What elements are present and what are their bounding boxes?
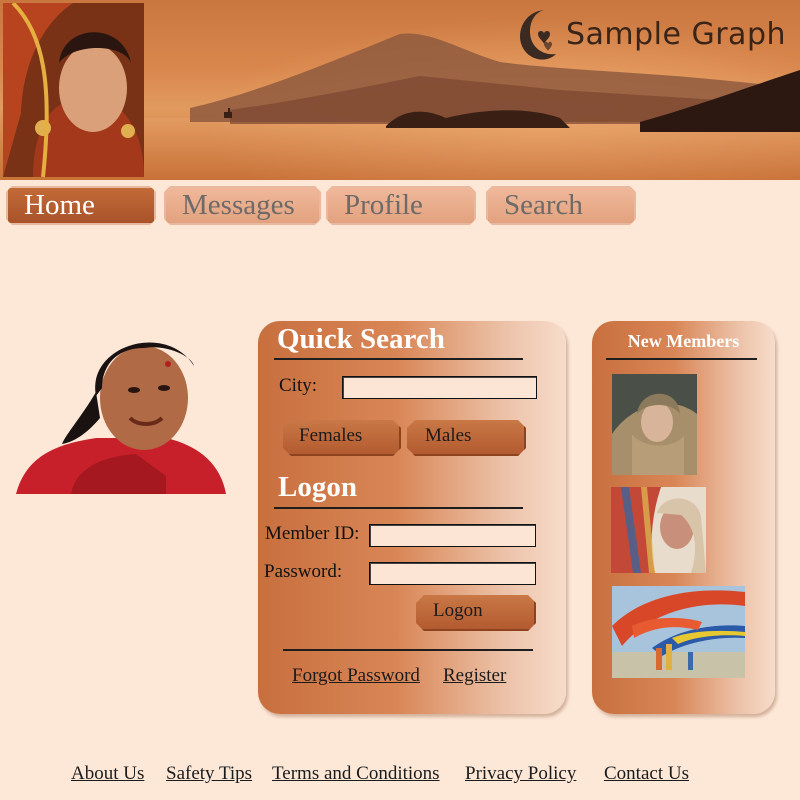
- logon-title: Logon: [278, 471, 357, 503]
- featured-member-photo: [16, 326, 226, 494]
- new-members-title: New Members: [627, 331, 740, 351]
- logo-text: Sample Graph: [565, 16, 786, 52]
- tab-search[interactable]: Search: [486, 186, 636, 225]
- links-divider: [283, 649, 533, 651]
- females-button[interactable]: Females: [283, 420, 401, 456]
- member-id-label: Member ID:: [265, 523, 360, 544]
- new-member-thumbnail[interactable]: [612, 586, 745, 678]
- password-label: Password:: [264, 561, 343, 582]
- new-members-divider: [606, 358, 757, 360]
- tab-profile[interactable]: Profile: [326, 186, 476, 225]
- register-link[interactable]: Register: [443, 665, 506, 687]
- bride-portrait-image: [3, 3, 144, 177]
- member-photo-saris: [612, 586, 745, 678]
- member-photo-scarf: [611, 487, 706, 573]
- new-members-panel: New Members: [592, 321, 775, 714]
- member-photo-shawl: [612, 374, 697, 475]
- quick-search-title: Quick Search: [277, 323, 445, 355]
- tab-messages[interactable]: Messages: [164, 186, 321, 225]
- forgot-password-link[interactable]: Forgot Password: [292, 665, 420, 687]
- logon-divider: [274, 507, 523, 509]
- header-banner: Sample Graph: [0, 0, 800, 180]
- footer-link-privacy-policy[interactable]: Privacy Policy: [465, 763, 576, 785]
- city-label: City:: [279, 375, 318, 396]
- quick-search-divider: [274, 358, 523, 360]
- new-member-thumbnail[interactable]: [611, 487, 706, 573]
- tab-home[interactable]: Home: [6, 186, 156, 225]
- quick-search-panel: Quick Search City: Females Males Logon M…: [258, 321, 566, 714]
- main-nav: Home Messages Profile Search: [0, 186, 800, 226]
- new-member-thumbnail[interactable]: [612, 374, 697, 475]
- footer-link-safety-tips[interactable]: Safety Tips: [166, 763, 252, 785]
- city-input[interactable]: [342, 376, 537, 399]
- males-button[interactable]: Males: [407, 420, 526, 456]
- member-id-input[interactable]: [369, 524, 536, 547]
- logon-button[interactable]: Logon: [416, 595, 536, 631]
- site-logo[interactable]: Sample Graph: [514, 2, 786, 66]
- footer-link-about-us[interactable]: About Us: [71, 763, 144, 785]
- password-input[interactable]: [369, 562, 536, 585]
- crescent-hearts-icon: [520, 10, 556, 60]
- bride-portrait-photo: [3, 3, 144, 177]
- footer-link-terms[interactable]: Terms and Conditions: [272, 763, 440, 785]
- footer-link-contact-us[interactable]: Contact Us: [604, 763, 689, 785]
